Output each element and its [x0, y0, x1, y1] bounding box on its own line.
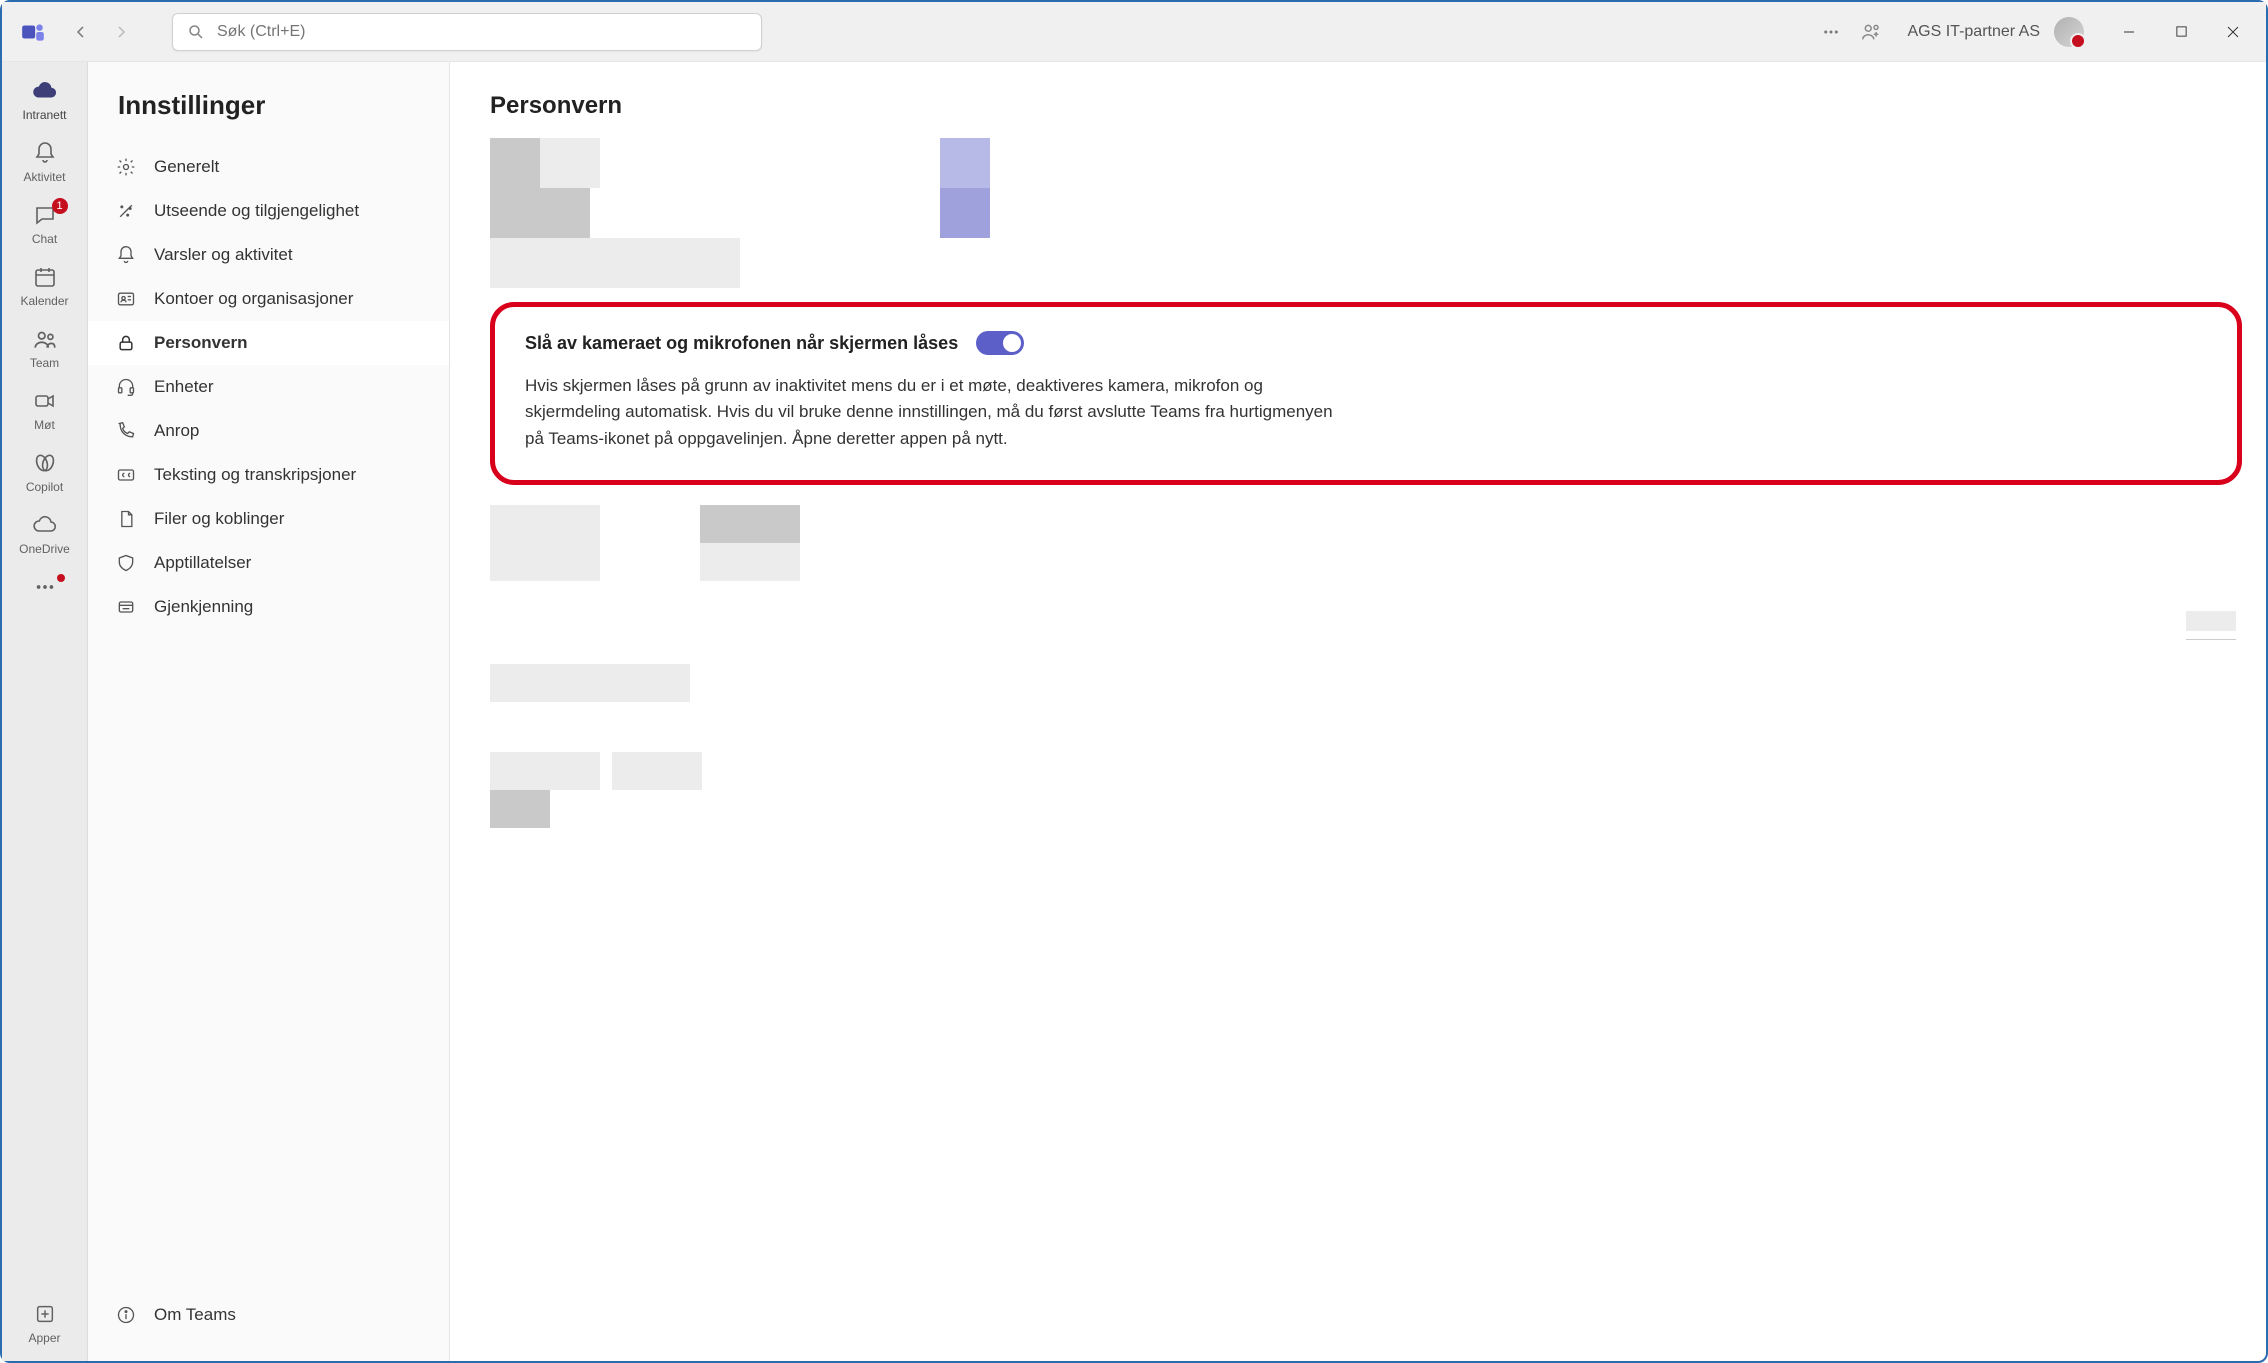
highlighted-setting: Slå av kameraet og mikrofonen når skjerm… [490, 302, 2242, 485]
settings-item-teksting[interactable]: Teksting og transkripsjoner [88, 453, 449, 497]
rail-label: Apper [28, 1331, 60, 1345]
window-close-button[interactable] [2210, 15, 2256, 49]
rail-label: Intranett [22, 108, 66, 122]
nav-forward-button[interactable] [104, 15, 138, 49]
calendar-icon [33, 264, 57, 290]
apps-icon [34, 1301, 56, 1327]
notification-badge: 1 [52, 198, 68, 214]
rail-label: Aktivitet [23, 170, 65, 184]
notification-dot [57, 574, 65, 582]
people-icon [32, 326, 58, 352]
redacted-region [490, 505, 2266, 828]
settings-item-label: Om Teams [154, 1305, 236, 1325]
headset-icon [114, 375, 138, 399]
settings-item-label: Anrop [154, 421, 199, 441]
rail-item-kalender[interactable]: Kalender [10, 256, 80, 316]
rail-item-more[interactable] [10, 566, 80, 608]
rail-label: Møt [34, 418, 55, 432]
cloud-outline-icon [33, 512, 57, 538]
more-icon [34, 574, 56, 600]
window-maximize-button[interactable] [2158, 15, 2204, 49]
gear-icon [114, 155, 138, 179]
settings-item-anrop[interactable]: Anrop [88, 409, 449, 453]
settings-item-label: Varsler og aktivitet [154, 245, 293, 265]
settings-item-label: Utseende og tilgjengelighet [154, 201, 359, 221]
settings-item-enheter[interactable]: Enheter [88, 365, 449, 409]
shield-icon [114, 551, 138, 575]
settings-item-utseende[interactable]: Utseende og tilgjengelighet [88, 189, 449, 233]
setting-description: Hvis skjermen låses på grunn av inaktivi… [525, 373, 1345, 452]
rail-item-chat[interactable]: 1 Chat [10, 194, 80, 254]
rail-label: Copilot [26, 480, 63, 494]
settings-sidebar: Innstillinger Generelt Utseende og tilgj… [88, 62, 450, 1361]
page-title: Personvern [490, 62, 2266, 138]
search-icon [187, 23, 205, 41]
rail-item-mot[interactable]: Møt [10, 380, 80, 440]
avatar[interactable] [2054, 17, 2084, 47]
file-icon [114, 507, 138, 531]
content-area: Personvern Slå av kameraet og mikrofonen… [450, 62, 2266, 1361]
search-box[interactable] [172, 13, 762, 51]
bell-icon [33, 140, 57, 166]
rail-item-apper[interactable]: Apper [10, 1293, 80, 1353]
titlebar: AGS IT-partner AS [2, 2, 2266, 62]
settings-item-kontoer[interactable]: Kontoer og organisasjoner [88, 277, 449, 321]
lock-screen-toggle[interactable] [976, 331, 1024, 355]
rail-label: OneDrive [19, 542, 70, 556]
recognition-icon [114, 595, 138, 619]
rail-label: Kalender [20, 294, 68, 308]
copilot-icon [33, 450, 57, 476]
more-options-button[interactable] [1814, 15, 1848, 49]
org-name-label: AGS IT-partner AS [1908, 23, 2041, 41]
settings-item-label: Teksting og transkripsjoner [154, 465, 356, 485]
window-minimize-button[interactable] [2106, 15, 2152, 49]
settings-item-apptillatelser[interactable]: Apptillatelser [88, 541, 449, 585]
rail-label: Chat [32, 232, 57, 246]
settings-item-filer[interactable]: Filer og koblinger [88, 497, 449, 541]
settings-item-personvern[interactable]: Personvern [88, 321, 449, 365]
people-button[interactable] [1854, 15, 1888, 49]
teams-app-icon [18, 17, 48, 47]
settings-item-generelt[interactable]: Generelt [88, 145, 449, 189]
lock-icon [114, 331, 138, 355]
search-input[interactable] [217, 23, 747, 41]
video-icon [33, 388, 57, 414]
rail-item-intranett[interactable]: Intranett [10, 70, 80, 130]
settings-item-label: Apptillatelser [154, 553, 251, 573]
nav-back-button[interactable] [64, 15, 98, 49]
settings-item-label: Filer og koblinger [154, 509, 284, 529]
settings-item-label: Generelt [154, 157, 219, 177]
cc-icon [114, 463, 138, 487]
settings-item-label: Enheter [154, 377, 214, 397]
phone-icon [114, 419, 138, 443]
settings-item-label: Kontoer og organisasjoner [154, 289, 353, 309]
setting-label: Slå av kameraet og mikrofonen når skjerm… [525, 333, 958, 354]
rail-item-onedrive[interactable]: OneDrive [10, 504, 80, 564]
settings-item-gjenkjenning[interactable]: Gjenkjenning [88, 585, 449, 629]
rail-item-copilot[interactable]: Copilot [10, 442, 80, 502]
settings-item-varsler[interactable]: Varsler og aktivitet [88, 233, 449, 277]
cloud-icon [32, 78, 58, 104]
settings-item-label: Personvern [154, 333, 248, 353]
rail-item-team[interactable]: Team [10, 318, 80, 378]
redacted-region [490, 138, 2266, 288]
app-rail: Intranett Aktivitet 1 Chat Kalender Team… [2, 62, 88, 1361]
bell-icon [114, 243, 138, 267]
settings-title: Innstillinger [88, 62, 449, 145]
info-icon [114, 1303, 138, 1327]
rail-label: Team [30, 356, 59, 370]
rail-item-aktivitet[interactable]: Aktivitet [10, 132, 80, 192]
id-card-icon [114, 287, 138, 311]
settings-item-about[interactable]: Om Teams [114, 1293, 423, 1337]
wand-icon [114, 199, 138, 223]
settings-item-label: Gjenkjenning [154, 597, 253, 617]
